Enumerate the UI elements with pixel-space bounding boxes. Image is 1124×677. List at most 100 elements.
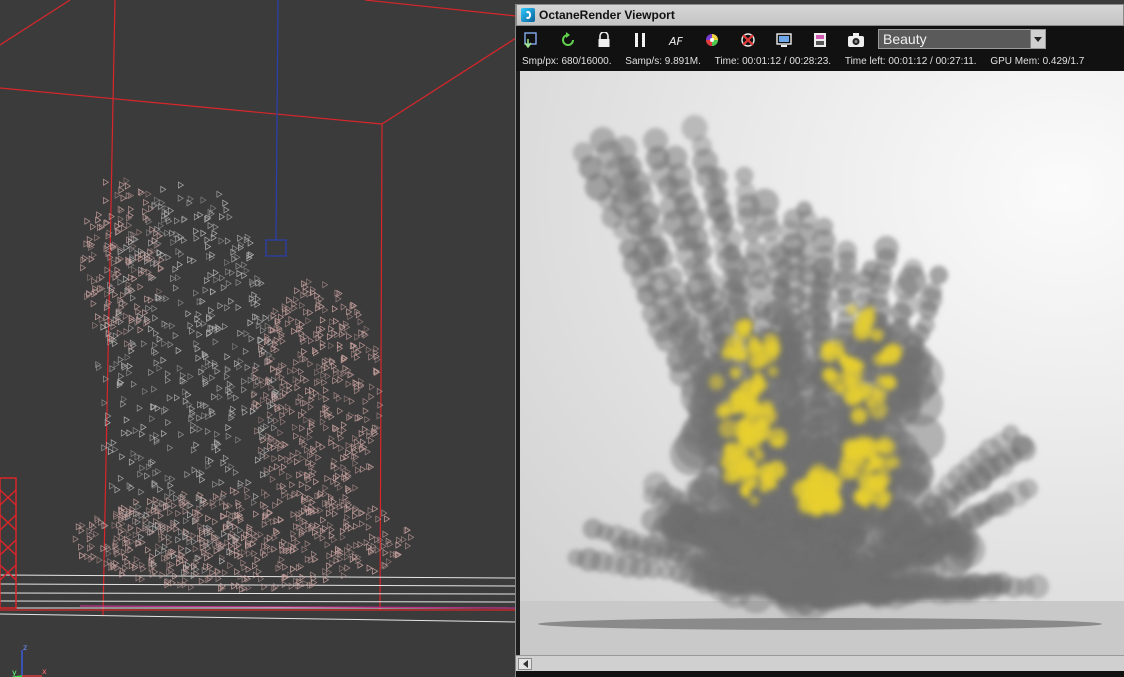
particle-marker	[310, 285, 317, 294]
lock-icon[interactable]	[594, 30, 614, 50]
particle-marker	[322, 306, 329, 314]
particle-marker	[225, 423, 232, 432]
camera-icon[interactable]	[846, 30, 866, 50]
smoke-puff	[711, 542, 739, 570]
particle-marker	[125, 530, 132, 539]
particle-marker	[124, 182, 131, 190]
particle-marker	[231, 523, 238, 531]
particle-marker	[130, 294, 137, 302]
particle-marker	[142, 524, 149, 532]
color-picker-icon[interactable]	[702, 30, 722, 50]
emitter-helper[interactable]	[265, 0, 287, 257]
particle-marker	[273, 527, 280, 535]
particle-marker	[292, 366, 299, 374]
horizontal-scrollbar[interactable]	[516, 655, 1124, 672]
particle-marker	[372, 505, 379, 513]
smoke-puff	[681, 114, 708, 142]
particle-marker	[149, 225, 156, 234]
fire-blob	[718, 419, 738, 439]
particle-marker	[175, 536, 182, 544]
particle-marker	[301, 347, 308, 356]
particle-marker	[96, 556, 103, 564]
particle-marker	[259, 396, 266, 405]
particle-marker	[332, 369, 339, 378]
particle-marker	[117, 474, 124, 483]
particle-marker	[319, 418, 326, 426]
octane-render-window[interactable]: OctaneRender Viewport AF Beauty Smp/px: …	[516, 4, 1124, 677]
chevron-down-icon[interactable]	[1030, 30, 1045, 48]
particle-marker	[278, 454, 285, 462]
smoke-puff	[911, 528, 949, 567]
send-scene-icon[interactable]	[522, 30, 542, 50]
particle-marker	[313, 478, 320, 486]
smoke-puff	[611, 135, 638, 162]
particle-marker	[209, 569, 216, 577]
particle-marker	[280, 463, 287, 471]
particle-marker	[193, 213, 200, 221]
particle-marker	[153, 359, 160, 367]
particle-marker	[255, 295, 262, 303]
particle-marker	[332, 442, 339, 450]
smoke-puff	[769, 244, 791, 266]
af-focus-icon[interactable]: AF	[666, 30, 686, 50]
particle-marker	[282, 563, 289, 571]
fire-blob	[851, 389, 865, 404]
pause-icon[interactable]	[630, 30, 650, 50]
fire-blob	[774, 437, 785, 448]
particle-marker	[270, 443, 277, 452]
particle-marker	[221, 530, 228, 538]
particle-marker	[172, 284, 179, 292]
particle-marker	[366, 564, 373, 572]
particle-marker	[348, 411, 355, 420]
particle-marker	[103, 559, 110, 568]
particle-cloud	[72, 177, 415, 594]
particle-marker	[223, 372, 230, 381]
region-render-icon[interactable]	[738, 30, 758, 50]
particle-marker	[382, 530, 389, 538]
render-pass-dropdown[interactable]: Beauty	[878, 29, 1046, 49]
restart-render-icon[interactable]	[558, 30, 578, 50]
film-settings-icon[interactable]	[810, 30, 830, 50]
particle-marker	[332, 377, 339, 385]
render-image[interactable]	[520, 71, 1124, 655]
display-icon[interactable]	[774, 30, 794, 50]
particle-marker	[116, 329, 123, 337]
particle-marker	[183, 517, 190, 525]
particle-marker	[196, 414, 203, 422]
particle-marker	[128, 205, 135, 213]
particle-marker	[303, 446, 310, 454]
particle-marker	[189, 327, 196, 335]
particle-marker	[270, 518, 277, 526]
particle-marker	[328, 526, 335, 534]
particle-marker	[225, 279, 232, 288]
particle-marker	[363, 325, 370, 333]
particle-marker	[229, 269, 236, 277]
particle-marker	[117, 527, 124, 536]
particle-marker	[263, 446, 270, 455]
particle-marker	[384, 515, 391, 523]
particle-marker	[299, 573, 306, 581]
particle-marker	[281, 491, 288, 499]
particle-marker	[132, 235, 139, 244]
particle-marker	[237, 329, 244, 337]
particle-marker	[257, 446, 264, 454]
particle-marker	[91, 251, 98, 259]
fire-blob	[827, 372, 846, 391]
particle-marker	[270, 345, 277, 353]
particle-marker	[364, 415, 371, 424]
particle-marker	[103, 178, 110, 186]
particle-marker	[357, 561, 364, 569]
particle-marker	[247, 376, 254, 384]
particle-marker	[344, 564, 351, 572]
particle-marker	[359, 341, 366, 350]
particle-marker	[323, 395, 330, 403]
ground-grid	[0, 574, 517, 623]
particle-marker	[324, 541, 331, 549]
window-title-bar[interactable]: OctaneRender Viewport	[516, 4, 1124, 26]
fire-blob	[873, 352, 886, 366]
particle-marker	[216, 393, 223, 401]
scroll-left-arrow-icon[interactable]	[518, 658, 532, 670]
particle-marker	[212, 480, 219, 489]
particle-marker	[405, 542, 412, 550]
fire-blob	[876, 374, 889, 387]
